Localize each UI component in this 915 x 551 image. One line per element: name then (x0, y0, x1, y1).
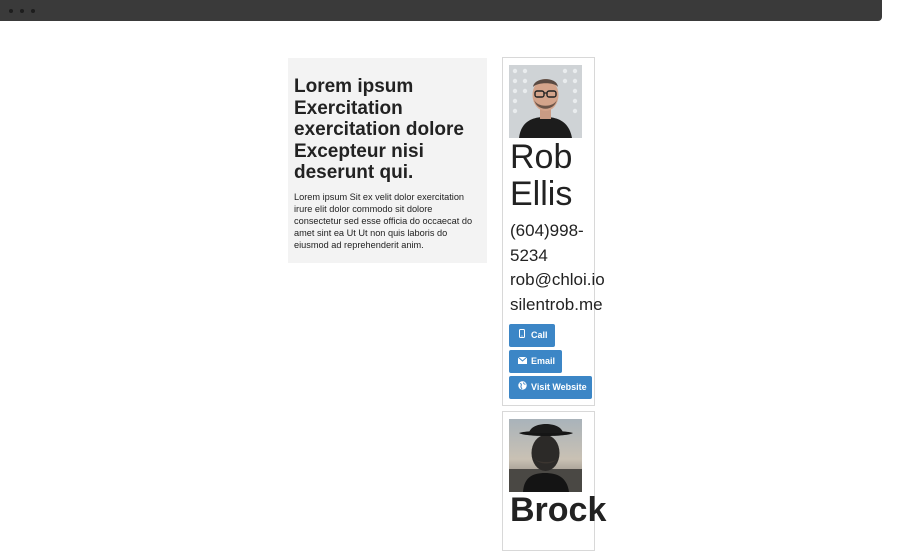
contact-name: Brock (510, 491, 607, 529)
contact-email: rob@chloi.io (510, 270, 605, 289)
globe-icon (517, 376, 527, 399)
window-maximize-dot[interactable] (31, 9, 35, 13)
intro-panel: Lorem ipsum Exercitation exercitation do… (288, 58, 487, 263)
window-titlebar (0, 0, 882, 21)
window-minimize-dot[interactable] (20, 9, 24, 13)
envelope-icon (517, 350, 527, 373)
visit-website-button[interactable]: Visit Website (509, 376, 592, 399)
email-button-label: Email (531, 356, 556, 366)
contact-card: Brock (502, 411, 606, 551)
window-close-dot[interactable] (9, 9, 13, 13)
contact-card: Rob Ellis (604)998-5234 rob@chloi.io sil… (502, 57, 605, 406)
intro-heading: Lorem ipsum Exercitation exercitation do… (294, 76, 464, 183)
contact-website: silentrob.me (510, 294, 603, 314)
intro-body: Lorem ipsum Sit ex velit dolor exercitat… (294, 191, 473, 250)
contact-details: (604)998-5234 rob@chloi.io silentrob.me (510, 219, 610, 317)
contact-phone: (604)998-5234 (510, 221, 584, 265)
contact-name: Rob Ellis (510, 138, 573, 213)
visit-website-button-label: Visit Website (531, 382, 587, 392)
avatar (509, 419, 582, 492)
call-button-label: Call (531, 330, 548, 340)
avatar (509, 65, 582, 138)
call-button[interactable]: Call (509, 324, 555, 347)
mobile-phone-icon (517, 324, 527, 347)
email-button[interactable]: Email (509, 350, 562, 373)
